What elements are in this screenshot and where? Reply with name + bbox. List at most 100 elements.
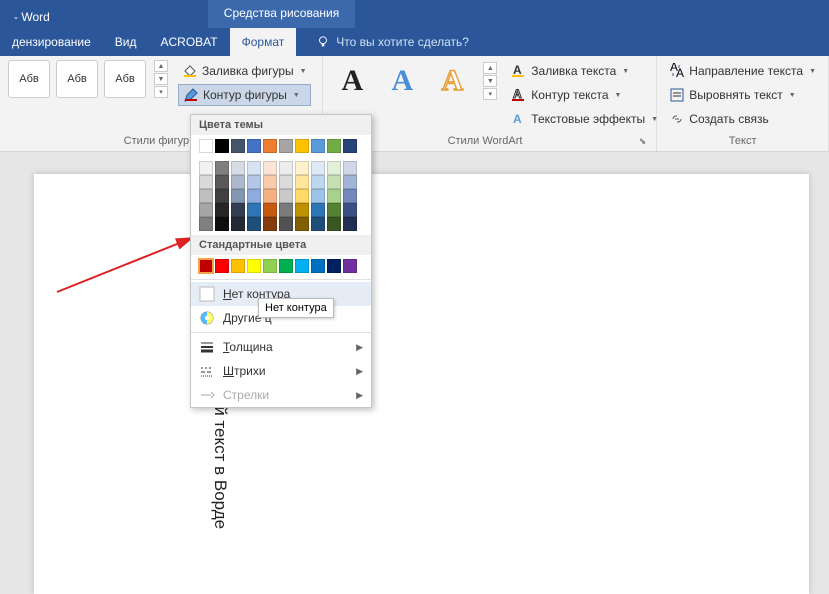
wordart-style-1[interactable]: A	[331, 60, 373, 102]
color-swatch[interactable]	[295, 259, 309, 273]
color-swatch[interactable]	[247, 259, 261, 273]
color-swatch[interactable]	[199, 259, 213, 273]
color-swatch[interactable]	[311, 189, 325, 203]
color-swatch[interactable]	[279, 203, 293, 217]
color-swatch[interactable]	[311, 161, 325, 175]
color-swatch[interactable]	[295, 175, 309, 189]
color-swatch[interactable]	[327, 139, 341, 153]
color-swatch[interactable]	[279, 139, 293, 153]
gallery-up-icon[interactable]: ▲	[154, 60, 168, 72]
tab-review[interactable]: дензирование	[0, 28, 103, 56]
color-swatch[interactable]	[279, 175, 293, 189]
gallery-up-icon[interactable]: ▲	[483, 62, 497, 74]
color-swatch[interactable]	[231, 139, 245, 153]
gallery-down-icon[interactable]: ▼	[483, 75, 497, 87]
color-swatch[interactable]	[295, 203, 309, 217]
color-swatch[interactable]	[215, 189, 229, 203]
color-swatch[interactable]	[327, 203, 341, 217]
color-swatch[interactable]	[327, 259, 341, 273]
color-swatch[interactable]	[247, 175, 261, 189]
color-swatch[interactable]	[231, 189, 245, 203]
color-swatch[interactable]	[215, 175, 229, 189]
align-text-button[interactable]: Выровнять текст▼	[665, 84, 820, 106]
color-swatch[interactable]	[327, 161, 341, 175]
tab-acrobat[interactable]: ACROBAT	[149, 28, 230, 56]
color-swatch[interactable]	[343, 189, 357, 203]
weight-item[interactable]: Толщина▶	[191, 335, 371, 359]
color-swatch[interactable]	[327, 217, 341, 231]
color-swatch[interactable]	[215, 217, 229, 231]
color-swatch[interactable]	[343, 259, 357, 273]
shape-style-3[interactable]: Абв	[104, 60, 146, 98]
color-swatch[interactable]	[199, 189, 213, 203]
gallery-down-icon[interactable]: ▼	[154, 73, 168, 85]
wordart-gallery[interactable]: A A A ▲ ▼ ▾	[331, 60, 497, 102]
wordart-style-3[interactable]: A	[431, 60, 473, 102]
color-swatch[interactable]	[279, 259, 293, 273]
color-swatch[interactable]	[247, 161, 261, 175]
color-swatch[interactable]	[231, 175, 245, 189]
text-fill-button[interactable]: A Заливка текста▼	[507, 60, 662, 82]
color-swatch[interactable]	[327, 175, 341, 189]
color-swatch[interactable]	[199, 175, 213, 189]
gallery-more-icon[interactable]: ▾	[483, 88, 497, 100]
shape-style-2[interactable]: Абв	[56, 60, 98, 98]
text-outline-button[interactable]: A Контур текста▼	[507, 84, 662, 106]
color-swatch[interactable]	[295, 161, 309, 175]
color-swatch[interactable]	[199, 161, 213, 175]
color-swatch[interactable]	[231, 217, 245, 231]
color-swatch[interactable]	[247, 189, 261, 203]
tab-view[interactable]: Вид	[103, 28, 149, 56]
text-effects-button[interactable]: A Текстовые эффекты▼	[507, 108, 662, 130]
color-swatch[interactable]	[263, 259, 277, 273]
tab-format[interactable]: Формат	[230, 28, 297, 56]
color-swatch[interactable]	[327, 189, 341, 203]
color-swatch[interactable]	[263, 189, 277, 203]
color-swatch[interactable]	[295, 189, 309, 203]
gallery-more-icon[interactable]: ▾	[154, 86, 168, 98]
color-swatch[interactable]	[263, 175, 277, 189]
shape-fill-button[interactable]: Заливка фигуры▼	[178, 60, 311, 82]
shape-style-gallery[interactable]: Абв Абв Абв ▲ ▼ ▾	[8, 60, 168, 98]
color-swatch[interactable]	[311, 259, 325, 273]
color-swatch[interactable]	[215, 139, 229, 153]
color-swatch[interactable]	[199, 139, 213, 153]
color-swatch[interactable]	[295, 217, 309, 231]
color-swatch[interactable]	[311, 203, 325, 217]
dashes-item[interactable]: Штрихи▶	[191, 359, 371, 383]
color-swatch[interactable]	[231, 259, 245, 273]
dialog-launcher-icon[interactable]: ⬊	[639, 136, 649, 147]
color-swatch[interactable]	[343, 217, 357, 231]
shape-outline-button[interactable]: Контур фигуры▼	[178, 84, 311, 106]
color-swatch[interactable]	[343, 175, 357, 189]
color-swatch[interactable]	[231, 203, 245, 217]
wordart-style-2[interactable]: A	[381, 60, 423, 102]
color-swatch[interactable]	[263, 203, 277, 217]
color-swatch[interactable]	[311, 217, 325, 231]
color-swatch[interactable]	[263, 139, 277, 153]
color-swatch[interactable]	[231, 161, 245, 175]
color-swatch[interactable]	[295, 139, 309, 153]
tell-me-box[interactable]: Что вы хотите сделать?	[316, 35, 469, 49]
color-swatch[interactable]	[311, 139, 325, 153]
color-swatch[interactable]	[199, 203, 213, 217]
color-swatch[interactable]	[199, 217, 213, 231]
color-swatch[interactable]	[279, 217, 293, 231]
contextual-tab-drawing-tools[interactable]: Средства рисования	[208, 0, 355, 28]
color-swatch[interactable]	[343, 203, 357, 217]
create-link-button[interactable]: Создать связь	[665, 108, 820, 130]
color-swatch[interactable]	[247, 203, 261, 217]
color-swatch[interactable]	[215, 161, 229, 175]
color-swatch[interactable]	[215, 203, 229, 217]
text-direction-button[interactable]: AA Направление текста▼	[665, 60, 820, 82]
color-swatch[interactable]	[279, 161, 293, 175]
color-swatch[interactable]	[311, 175, 325, 189]
shape-style-1[interactable]: Абв	[8, 60, 50, 98]
color-swatch[interactable]	[343, 139, 357, 153]
rotated-textbox-text[interactable]: ый текст в Ворде	[210, 394, 230, 529]
color-swatch[interactable]	[263, 217, 277, 231]
color-swatch[interactable]	[247, 217, 261, 231]
color-swatch[interactable]	[263, 161, 277, 175]
color-swatch[interactable]	[247, 139, 261, 153]
color-swatch[interactable]	[279, 189, 293, 203]
